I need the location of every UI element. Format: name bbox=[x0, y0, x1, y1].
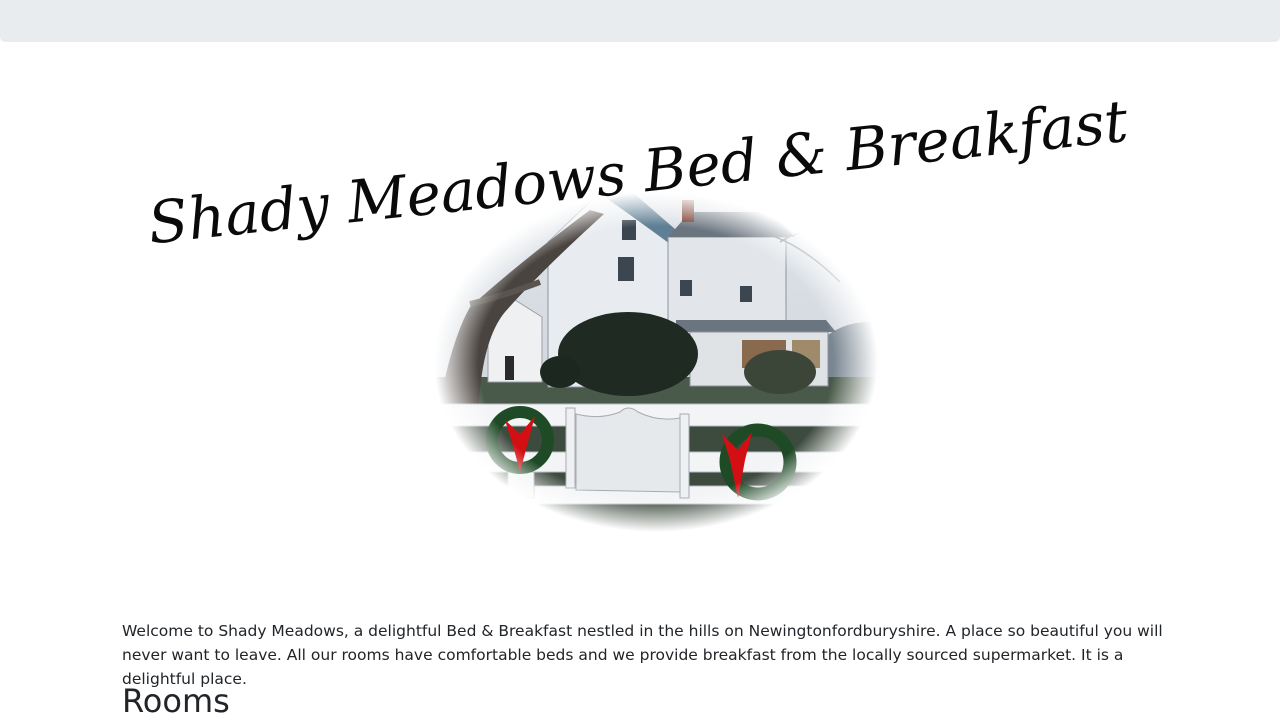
hero-image: Shady Meadows Bed & Breakfast bbox=[145, 87, 1132, 552]
top-navbar bbox=[0, 0, 1280, 42]
welcome-paragraph: Welcome to Shady Meadows, a delightful B… bbox=[122, 622, 1163, 688]
rooms-heading: Rooms bbox=[122, 682, 230, 720]
bnb-house-photo-icon bbox=[419, 182, 901, 552]
hero-banner: Shady Meadows Bed & Breakfast bbox=[0, 42, 1280, 602]
